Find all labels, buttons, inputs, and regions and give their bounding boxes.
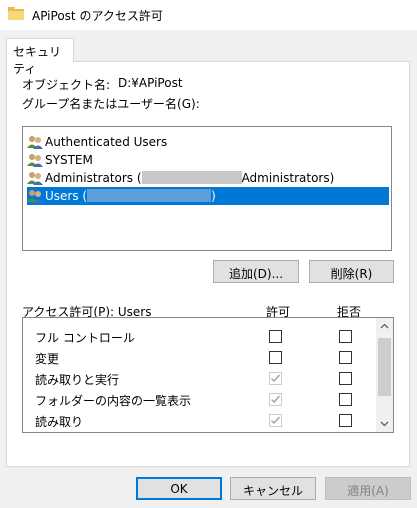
principal-name: SYSTEM <box>45 153 93 167</box>
deny-checkbox[interactable] <box>339 330 352 343</box>
check-icon <box>270 395 281 404</box>
ok-button[interactable]: OK <box>136 477 222 500</box>
title-bar: APiPost のアクセス許可 <box>0 0 417 30</box>
list-item[interactable]: Administrators ( Administrators) <box>27 169 389 187</box>
principals-list[interactable]: Authenticated Users SYSTEM Administrator… <box>22 126 392 251</box>
table-row: 読み取りと実行 <box>23 368 377 388</box>
users-group-icon <box>27 154 43 167</box>
principal-name: Administrators ( Administrators) <box>45 171 334 185</box>
object-name-value: D:¥APiPost <box>118 76 183 90</box>
check-icon <box>270 374 281 383</box>
deny-checkbox[interactable] <box>339 351 352 364</box>
permission-name: フォルダーの内容の一覧表示 <box>35 394 192 408</box>
principal-name-prefix: Users ( <box>45 189 88 203</box>
principal-name: Authenticated Users <box>45 135 168 149</box>
table-row: 読み取り <box>23 410 377 430</box>
allow-checkbox-inherited <box>269 414 282 427</box>
group-list-label: グループ名またはユーザー名(G): <box>22 97 200 111</box>
scrollbar-thumb[interactable] <box>378 338 391 396</box>
permission-name: 変更 <box>35 352 60 366</box>
table-row: 変更 <box>23 347 377 367</box>
permissions-table[interactable]: フル コントロール 変更 読み取りと実行 フォルダーの内容の一覧表示 読み取り <box>22 317 394 433</box>
principal-name-suffix: ) <box>211 189 216 203</box>
allow-checkbox[interactable] <box>269 330 282 343</box>
chevron-up-icon[interactable] <box>379 321 390 332</box>
allow-checkbox[interactable] <box>269 351 282 364</box>
principal-name-suffix: Administrators) <box>241 171 335 185</box>
check-icon <box>270 416 281 425</box>
list-item[interactable]: SYSTEM <box>27 151 389 169</box>
cancel-button[interactable]: キャンセル <box>230 477 316 500</box>
apply-button: 適用(A) <box>325 477 411 500</box>
permission-name: 読み取り <box>35 415 84 429</box>
object-name-label: オブジェクト名: <box>22 78 111 92</box>
folder-icon <box>8 7 24 20</box>
table-row: フル コントロール <box>23 326 377 346</box>
principal-name-prefix: Administrators ( <box>45 171 142 185</box>
users-group-icon <box>27 190 43 203</box>
add-button[interactable]: 追加(D)... <box>213 260 299 283</box>
chevron-down-icon[interactable] <box>379 418 390 429</box>
permission-name: フル コントロール <box>35 331 135 345</box>
tab-security[interactable]: セキュリティ <box>6 38 74 76</box>
allow-checkbox-inherited <box>269 393 282 406</box>
deny-checkbox[interactable] <box>339 414 352 427</box>
users-group-icon <box>27 136 43 149</box>
users-group-icon <box>27 172 43 185</box>
deny-checkbox[interactable] <box>339 372 352 385</box>
deny-checkbox[interactable] <box>339 393 352 406</box>
window-title: APiPost のアクセス許可 <box>32 9 163 23</box>
allow-checkbox-inherited <box>269 372 282 385</box>
redacted-text <box>141 171 242 184</box>
vertical-scrollbar[interactable] <box>376 318 393 432</box>
permission-name: 読み取りと実行 <box>35 373 120 387</box>
table-row: フォルダーの内容の一覧表示 <box>23 389 377 409</box>
list-item[interactable]: Authenticated Users <box>27 133 389 151</box>
list-item-selected[interactable]: Users () <box>27 187 389 205</box>
remove-button[interactable]: 削除(R) <box>309 260 394 283</box>
principal-name: Users () <box>45 189 216 203</box>
redacted-text <box>87 189 212 202</box>
